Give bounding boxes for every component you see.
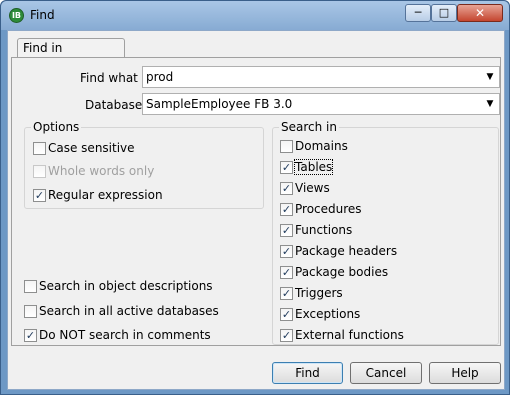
checkbox-box xyxy=(24,305,37,318)
checkbox-label: Regular expression xyxy=(48,188,163,202)
checkmark-icon: ✓ xyxy=(34,189,45,202)
find-what-label: Find what xyxy=(80,71,138,85)
checkbox-label: Views xyxy=(295,181,330,195)
find-button[interactable]: Find xyxy=(272,362,343,384)
find-dialog-window: IB Find ─ □ ✕ Find in metadata Find what… xyxy=(0,0,510,395)
checkbox-label: Triggers xyxy=(295,286,343,300)
chevron-down-icon[interactable]: ▼ xyxy=(483,96,497,112)
checkbox-box: ✓ xyxy=(280,245,293,258)
checkbox-label: Package bodies xyxy=(295,265,389,279)
search-in-group: Search in Domains ✓ Tables ✓ Views ✓ Pro… xyxy=(272,120,499,345)
find-what-combo[interactable]: prod ▼ xyxy=(142,66,500,88)
checkmark-icon: ✓ xyxy=(281,287,292,300)
checkbox-label: Whole words only xyxy=(48,164,155,178)
checkmark-icon xyxy=(34,166,45,177)
checkbox-label: Tables xyxy=(293,159,334,175)
options-group-title: Options xyxy=(31,120,82,134)
checkbox-box xyxy=(280,140,293,153)
title-bar[interactable]: IB Find ─ □ ✕ xyxy=(1,1,509,30)
checkbox-box: ✓ xyxy=(280,203,293,216)
checkmark-icon xyxy=(34,143,45,154)
close-button[interactable]: ✕ xyxy=(457,4,503,22)
checkmark-icon: ✓ xyxy=(25,329,36,342)
window-title: Find xyxy=(30,8,55,22)
checkbox-box xyxy=(33,142,46,155)
checkbox-label: Procedures xyxy=(295,202,362,216)
checkbox-box: ✓ xyxy=(280,224,293,237)
find-what-value: prod xyxy=(146,70,174,84)
checkmark-icon: ✓ xyxy=(281,161,292,174)
checkbox-box: ✓ xyxy=(280,266,293,279)
options-group: Options Case sensitive Whole words only … xyxy=(24,120,264,209)
checkbox-box: ✓ xyxy=(24,329,37,342)
checkmark-icon: ✓ xyxy=(281,308,292,321)
cancel-button[interactable]: Cancel xyxy=(350,362,422,384)
checkbox-box xyxy=(24,280,37,293)
app-icon: IB xyxy=(9,8,24,23)
checkbox-label: Exceptions xyxy=(295,307,361,321)
checkbox-box: ✓ xyxy=(280,308,293,321)
checkbox-box: ✓ xyxy=(280,287,293,300)
maximize-icon: □ xyxy=(438,6,450,19)
search-in-group-title: Search in xyxy=(279,120,339,134)
checkbox-box: ✓ xyxy=(280,329,293,342)
checkmark-icon xyxy=(25,281,36,292)
tab-panel: Find what prod ▼ Database SampleEmployee… xyxy=(11,57,501,346)
checkbox-label: Package headers xyxy=(295,244,398,258)
checkmark-icon: ✓ xyxy=(281,329,292,342)
checkbox-label: Domains xyxy=(295,139,348,153)
checkbox-label: Search in all active databases xyxy=(39,304,219,318)
checkmark-icon: ✓ xyxy=(281,266,292,279)
database-value: SampleEmployee FB 3.0 xyxy=(146,97,293,111)
checkbox-label: Search in object descriptions xyxy=(39,279,213,293)
minimize-button[interactable]: ─ xyxy=(405,4,431,22)
checkbox-label: Do NOT search in comments xyxy=(39,328,211,342)
checkbox-label: Case sensitive xyxy=(48,141,135,155)
checkmark-icon: ✓ xyxy=(281,182,292,195)
checkmark-icon xyxy=(281,141,292,152)
dialog-client-area: Find in metadata Find what prod ▼ Databa… xyxy=(7,30,505,390)
checkbox-label: External functions xyxy=(295,328,404,342)
checkbox-box xyxy=(33,165,46,178)
tab-find-in-metadata[interactable]: Find in metadata xyxy=(17,38,125,74)
checkmark-icon: ✓ xyxy=(281,224,292,237)
database-combo[interactable]: SampleEmployee FB 3.0 ▼ xyxy=(142,93,500,115)
minimize-icon: ─ xyxy=(414,6,422,19)
checkmark-icon: ✓ xyxy=(281,245,292,258)
close-icon: ✕ xyxy=(474,6,486,20)
checkmark-icon: ✓ xyxy=(281,203,292,216)
help-button[interactable]: Help xyxy=(429,362,501,384)
maximize-button[interactable]: □ xyxy=(431,4,457,22)
database-label: Database xyxy=(85,98,143,112)
chevron-down-icon[interactable]: ▼ xyxy=(483,69,497,85)
checkbox-box: ✓ xyxy=(280,182,293,195)
checkbox-label: Functions xyxy=(295,223,353,237)
checkbox-box: ✓ xyxy=(280,161,293,174)
checkbox-box: ✓ xyxy=(33,189,46,202)
checkmark-icon xyxy=(25,306,36,317)
